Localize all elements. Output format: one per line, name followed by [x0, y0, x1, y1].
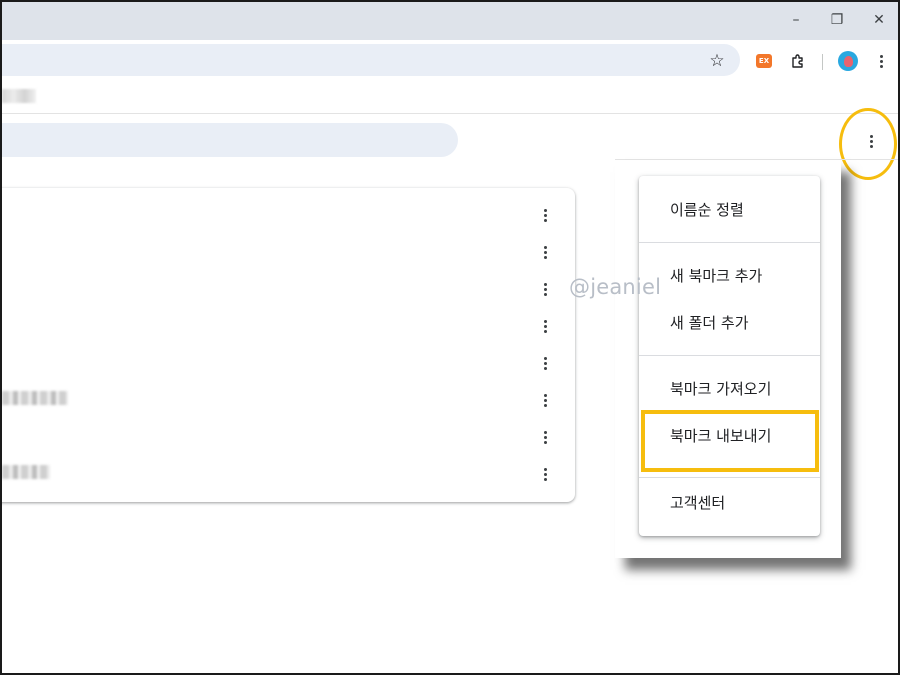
blurred-bookmark[interactable]	[2, 89, 36, 103]
profile-avatar[interactable]	[835, 48, 861, 74]
row-more-icon[interactable]	[535, 463, 555, 485]
menu-item-sort-by-name[interactable]: 이름순 정렬	[670, 199, 744, 220]
bookmark-row[interactable]	[2, 196, 575, 233]
row-more-icon[interactable]	[535, 315, 555, 337]
browser-window: – ❐ ✕ ☆ EX 이름순 정렬 새 북마크 추가 새 폴더 추가 북마크 가…	[0, 0, 900, 675]
organize-dropdown-menu: 이름순 정렬 새 북마크 추가 새 폴더 추가 북마크 가져오기 북마크 내보내…	[639, 176, 820, 536]
row-more-icon[interactable]	[535, 352, 555, 374]
address-bar[interactable]	[2, 44, 740, 76]
bookmark-row[interactable]	[2, 270, 575, 307]
toolbar-divider	[822, 54, 823, 70]
close-window-button[interactable]: ✕	[866, 8, 892, 32]
export-highlight-box	[641, 410, 819, 472]
row-more-icon[interactable]	[535, 278, 555, 300]
restore-button[interactable]: ❐	[824, 8, 850, 32]
menu-separator	[639, 355, 820, 356]
bookmark-row[interactable]	[2, 381, 575, 418]
avatar-icon	[838, 51, 858, 71]
bookmark-row[interactable]	[2, 455, 575, 492]
menu-separator	[639, 242, 820, 243]
menu-item-add-bookmark[interactable]: 새 북마크 추가	[670, 265, 762, 286]
menu-item-import-bookmarks[interactable]: 북마크 가져오기	[670, 378, 771, 399]
row-more-icon[interactable]	[535, 426, 555, 448]
menu-item-help-center[interactable]: 고객센터	[670, 492, 725, 513]
minimize-button[interactable]: –	[783, 8, 809, 32]
bookmarks-bar	[2, 82, 898, 114]
menu-separator	[639, 477, 820, 478]
extension-ex-icon[interactable]: EX	[751, 48, 777, 74]
bookmark-row[interactable]	[2, 418, 575, 455]
bookmark-row[interactable]	[2, 307, 575, 344]
blurred-bookmark-title	[2, 465, 50, 479]
row-more-icon[interactable]	[535, 241, 555, 263]
star-icon[interactable]: ☆	[704, 48, 730, 74]
row-more-icon[interactable]	[535, 204, 555, 226]
blurred-bookmark-title	[2, 391, 68, 405]
watermark-text: @jeaniel	[569, 275, 662, 299]
browser-toolbar: ☆ EX	[2, 40, 898, 82]
browser-menu-icon[interactable]	[868, 48, 894, 74]
extension-ex-badge: EX	[756, 54, 772, 68]
title-bar: – ❐ ✕	[2, 2, 898, 40]
row-more-icon[interactable]	[535, 389, 555, 411]
bookmark-row[interactable]	[2, 344, 575, 381]
puzzle-icon[interactable]	[785, 48, 811, 74]
bookmark-row[interactable]	[2, 233, 575, 270]
organize-menu-icon[interactable]	[858, 128, 884, 154]
bookmark-list	[2, 188, 575, 502]
menu-item-add-folder[interactable]: 새 폴더 추가	[670, 312, 749, 333]
bookmark-search-input[interactable]	[2, 123, 458, 157]
